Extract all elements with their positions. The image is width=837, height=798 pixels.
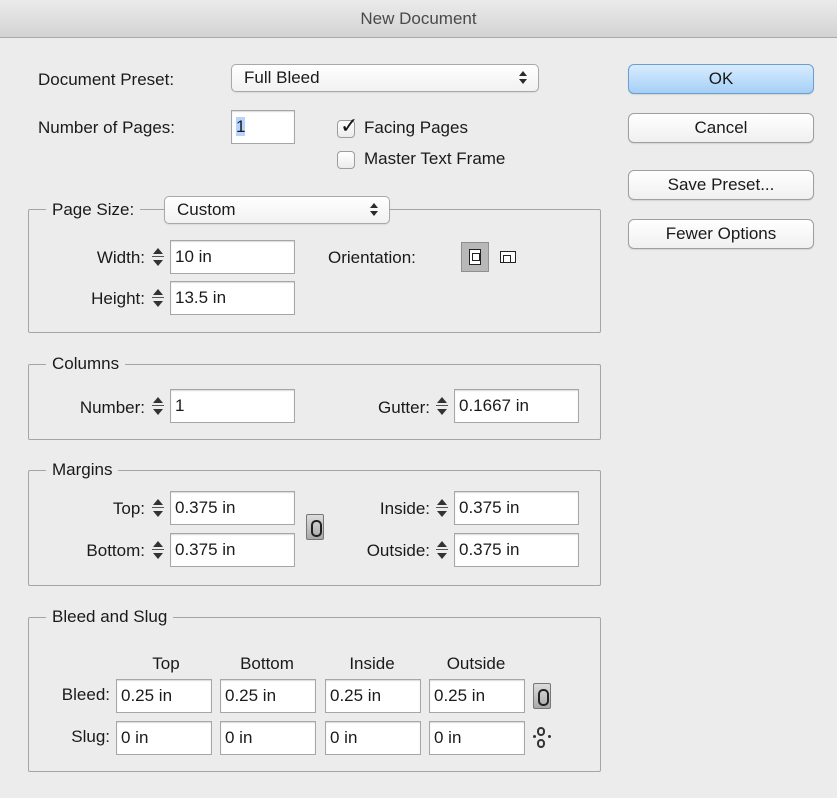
cancel-button[interactable]: Cancel bbox=[628, 113, 814, 143]
bleed-slug-title: Bleed and Slug bbox=[46, 607, 174, 627]
checkmark-icon: ✓ bbox=[340, 113, 359, 138]
master-text-frame-checkbox[interactable] bbox=[337, 151, 355, 169]
master-text-frame-label: Master Text Frame bbox=[364, 149, 506, 168]
document-preset-label: Document Preset: bbox=[38, 70, 175, 89]
slug-label: Slug: bbox=[71, 727, 110, 746]
margin-inside-label: Inside: bbox=[379, 499, 430, 518]
bleed-inside-input[interactable]: 0.25 in bbox=[325, 679, 421, 713]
margin-top-input[interactable]: 0.375 in bbox=[170, 491, 295, 525]
margin-bottom-stepper[interactable] bbox=[150, 535, 170, 565]
slug-outside-input[interactable]: 0 in bbox=[429, 721, 525, 755]
slug-top-input[interactable]: 0 in bbox=[116, 721, 212, 755]
margin-top-stepper[interactable] bbox=[150, 493, 170, 523]
slug-unlink-icon[interactable] bbox=[532, 725, 552, 751]
document-preset-value: Full Bleed bbox=[244, 68, 320, 87]
height-label: Height: bbox=[91, 289, 145, 308]
margin-top-label: Top: bbox=[112, 499, 145, 518]
margin-inside-stepper[interactable] bbox=[434, 493, 454, 523]
slug-inside-input[interactable]: 0 in bbox=[325, 721, 421, 755]
number-of-pages-value: 1 bbox=[236, 117, 246, 136]
col-header-outside: Outside bbox=[446, 654, 506, 673]
number-of-pages-label: Number of Pages: bbox=[38, 118, 176, 137]
margin-outside-stepper[interactable] bbox=[434, 535, 454, 565]
width-stepper[interactable] bbox=[150, 242, 170, 272]
orientation-label: Orientation: bbox=[328, 248, 416, 267]
bleed-top-input[interactable]: 0.25 in bbox=[116, 679, 212, 713]
gutter-input[interactable]: 0.1667 in bbox=[454, 389, 579, 423]
margins-title: Margins bbox=[46, 460, 119, 480]
gutter-stepper[interactable] bbox=[434, 391, 454, 421]
margin-outside-label: Outside: bbox=[366, 541, 430, 560]
landscape-page-icon bbox=[500, 251, 516, 263]
new-document-dialog: New Document Document Preset: Full Bleed… bbox=[0, 0, 837, 798]
height-stepper[interactable] bbox=[150, 283, 170, 313]
width-input[interactable]: 10 in bbox=[170, 240, 295, 274]
slug-bottom-input[interactable]: 0 in bbox=[220, 721, 316, 755]
col-header-bottom: Bottom bbox=[240, 654, 294, 673]
columns-title: Columns bbox=[46, 354, 126, 374]
facing-pages-label: Facing Pages bbox=[364, 118, 468, 137]
landscape-orientation-button[interactable] bbox=[494, 242, 522, 272]
updown-arrows-icon bbox=[369, 202, 379, 218]
number-of-pages-input[interactable]: 1 bbox=[231, 110, 295, 144]
margins-link-icon[interactable] bbox=[306, 514, 324, 540]
margin-outside-input[interactable]: 0.375 in bbox=[454, 533, 579, 567]
updown-arrows-icon bbox=[518, 70, 528, 86]
ok-button[interactable]: OK bbox=[628, 64, 814, 94]
margin-inside-input[interactable]: 0.375 in bbox=[454, 491, 579, 525]
portrait-page-icon bbox=[469, 249, 481, 265]
document-preset-select[interactable]: Full Bleed bbox=[231, 64, 539, 92]
margin-bottom-label: Bottom: bbox=[86, 541, 145, 560]
col-header-top: Top bbox=[152, 654, 180, 673]
bleed-label: Bleed: bbox=[61, 685, 110, 704]
page-size-value: Custom bbox=[177, 200, 236, 219]
page-size-label: Page Size: bbox=[46, 200, 141, 220]
columns-number-stepper[interactable] bbox=[150, 391, 170, 421]
save-preset-button[interactable]: Save Preset... bbox=[628, 170, 814, 200]
page-size-select[interactable]: Custom bbox=[164, 196, 390, 224]
bleed-outside-input[interactable]: 0.25 in bbox=[429, 679, 525, 713]
facing-pages-checkbox[interactable]: ✓ bbox=[337, 115, 358, 138]
bleed-link-icon[interactable] bbox=[533, 683, 551, 709]
bleed-bottom-input[interactable]: 0.25 in bbox=[220, 679, 316, 713]
width-label: Width: bbox=[96, 248, 145, 267]
columns-number-label: Number: bbox=[79, 398, 145, 417]
columns-number-input[interactable]: 1 bbox=[170, 389, 295, 423]
height-input[interactable]: 13.5 in bbox=[170, 281, 295, 315]
col-header-inside: Inside bbox=[349, 654, 395, 673]
window-title: New Document bbox=[0, 0, 837, 38]
margin-bottom-input[interactable]: 0.375 in bbox=[170, 533, 295, 567]
fewer-options-button[interactable]: Fewer Options bbox=[628, 219, 814, 249]
portrait-orientation-button[interactable] bbox=[461, 242, 489, 272]
gutter-label: Gutter: bbox=[378, 398, 430, 417]
